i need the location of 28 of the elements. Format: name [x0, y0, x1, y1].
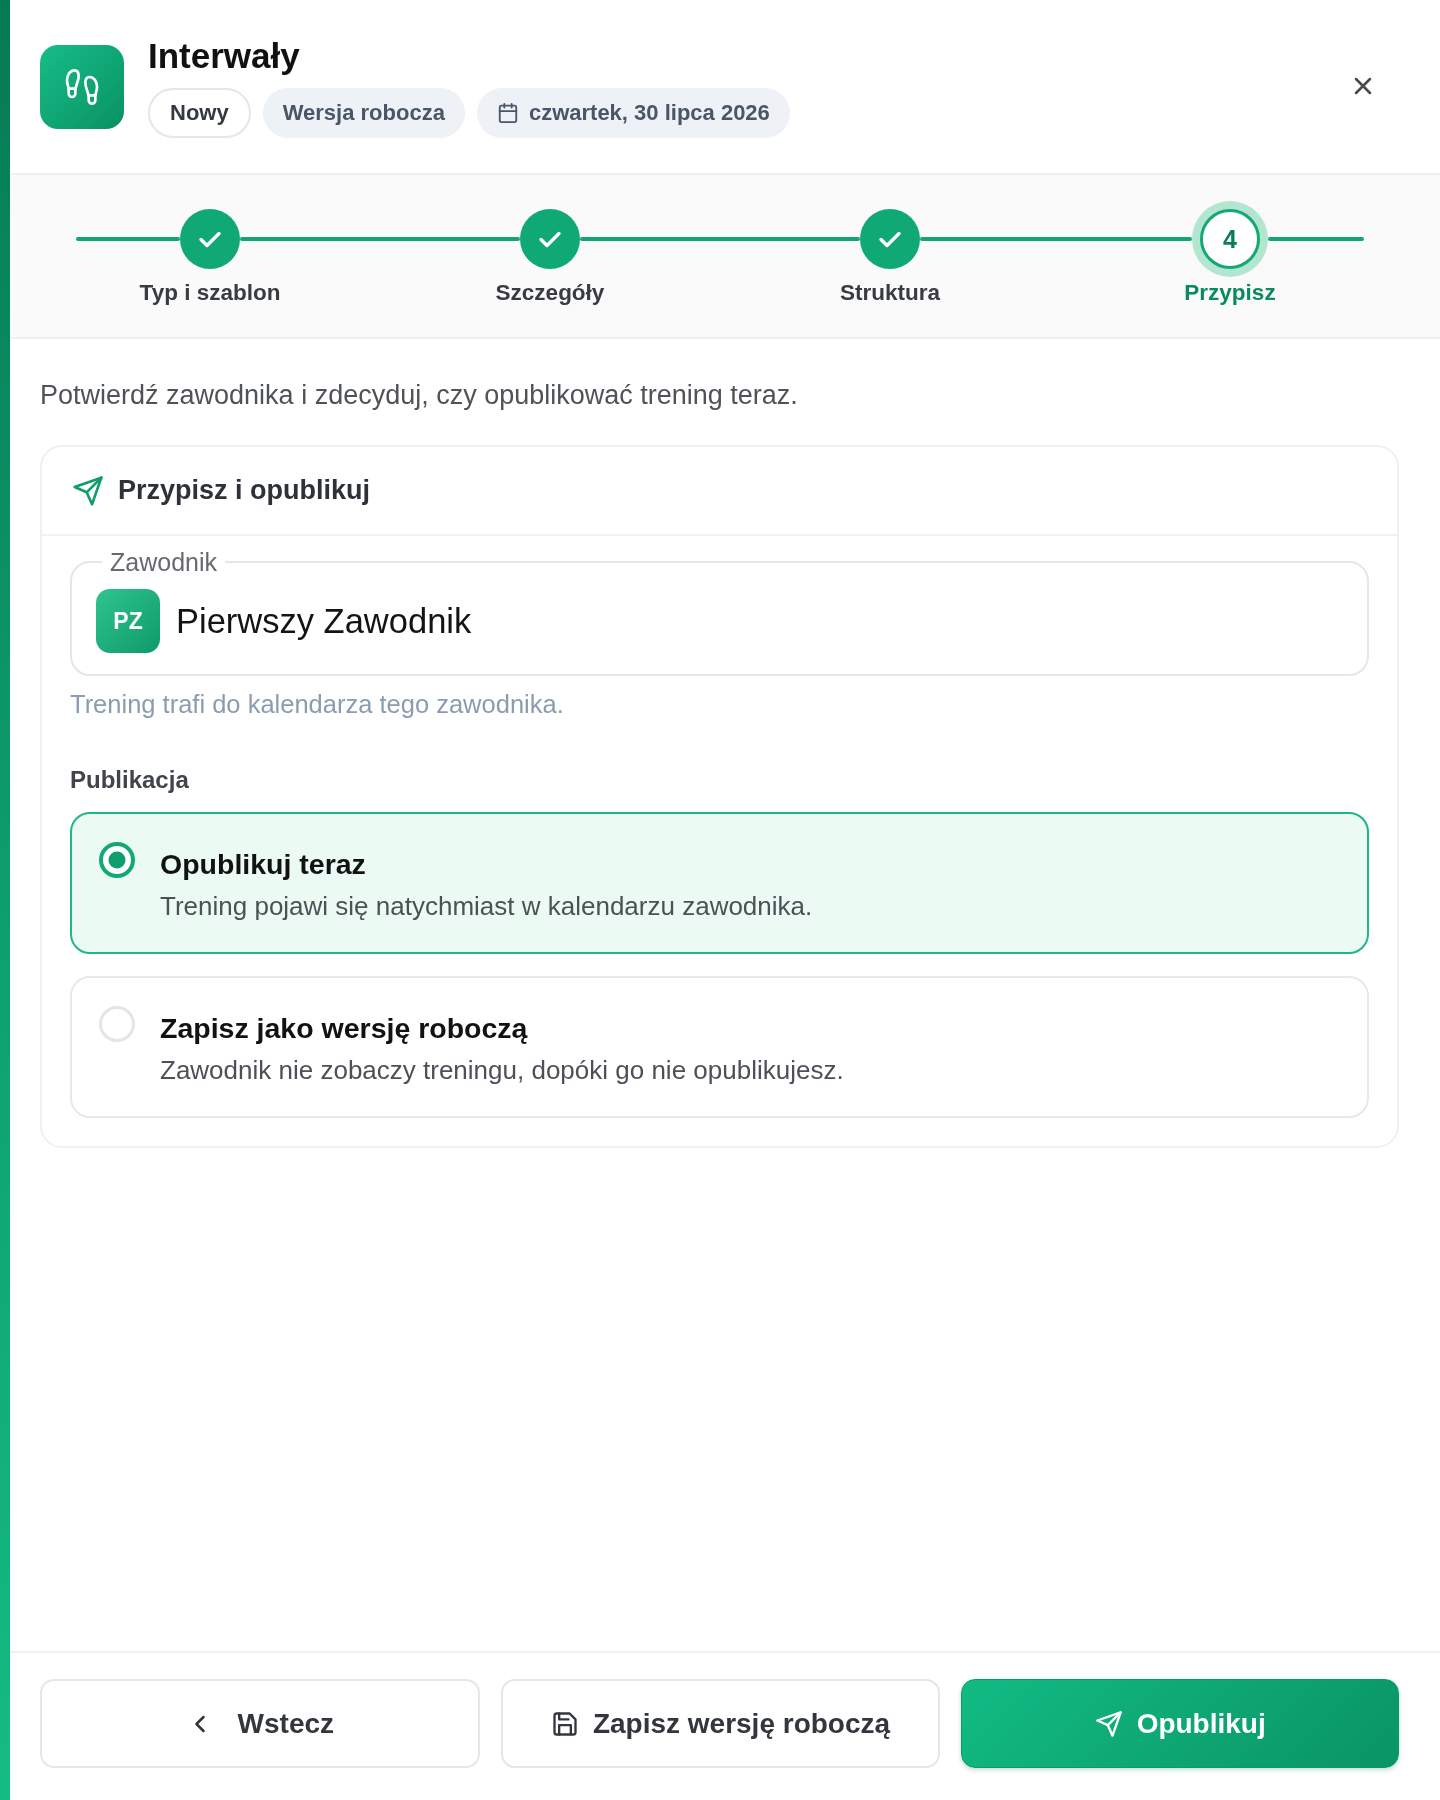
helper-text: Trening trafi do kalendarza tego zawodnika.: [70, 689, 565, 719]
back-button[interactable]: Wstecz: [40, 1679, 480, 1768]
step-label: Struktura: [840, 279, 940, 307]
step-label: Typ i szablon: [139, 279, 281, 307]
card-title: Przypisz i opublikuj: [118, 475, 371, 506]
step-label: Szczegóły: [495, 279, 605, 307]
calendar-icon: [496, 101, 519, 124]
step-label: Przypisz: [1184, 279, 1276, 307]
intro-text: Potwierdź zawodnika i zdecyduj, czy opublikować trening teraz.: [40, 379, 799, 411]
option-title: Opublikuj teraz: [160, 847, 367, 881]
option-description: Trening pojawi się natychmiast w kalendarzu zawodnika.: [160, 890, 813, 922]
option-description: Zawodnik nie zobaczy treningu, dopóki go nie opublikujesz.: [160, 1054, 844, 1086]
publish-option[interactable]: Zapisz jako wersję roboczą Zawodnik nie zobaczy treningu, dopóki go nie opublikujesz.: [70, 976, 1369, 1118]
send-icon: [1094, 1709, 1123, 1738]
athlete-avatar: PZ: [96, 589, 160, 653]
send-icon: [72, 474, 104, 507]
field-label: Zawodnik: [109, 547, 218, 577]
athlete-name: Pierwszy Zawodnik: [176, 601, 472, 641]
workout-title: Interwały: [148, 35, 300, 76]
step-number-indicator: 4: [1192, 201, 1268, 277]
date-tag: czwartek, 30 lipca 2026: [476, 87, 790, 138]
option-title: Zapisz jako wersję roboczą: [160, 1011, 529, 1045]
status-tag: Nowy: [148, 87, 251, 138]
publish-option[interactable]: Opublikuj teraz Trening pojawi się natychmiast w kalendarzu zawodnika.: [70, 812, 1369, 954]
footprints-icon: [40, 44, 124, 129]
save-draft-button[interactable]: Zapisz wersję roboczą: [500, 1679, 941, 1768]
section-label: Publikacja: [70, 765, 190, 795]
draft-status-tag: Wersja robocza: [262, 87, 465, 138]
